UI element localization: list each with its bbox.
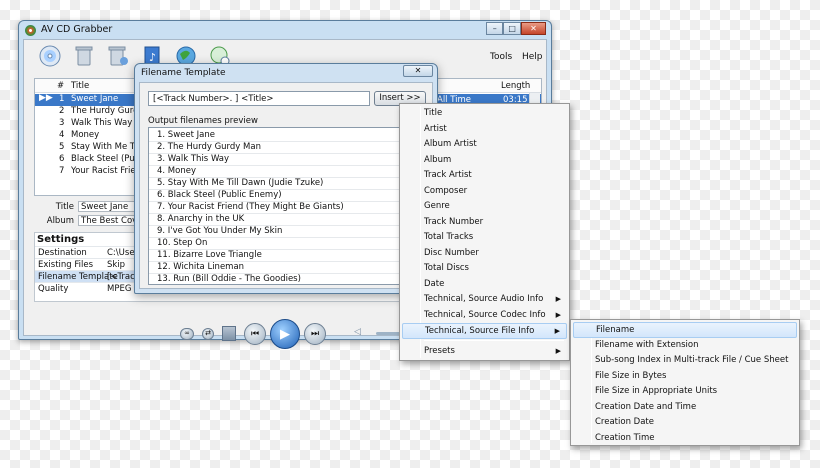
track-number: 1 — [59, 94, 65, 104]
app-cd-icon — [25, 25, 36, 36]
menu-item-disc-number[interactable]: Disc Number — [402, 246, 567, 262]
play-button[interactable]: ▶ — [270, 319, 300, 349]
menu-item-file-size-units[interactable]: File Size in Appropriate Units — [573, 384, 797, 400]
menu-item-label: Technical, Source Audio Info — [424, 294, 544, 304]
menu-item-source-audio-info[interactable]: Technical, Source Audio Info ▶ — [402, 292, 567, 308]
file-info-submenu: Filename Filename with Extension Sub-son… — [570, 319, 800, 446]
album-label: Album — [46, 216, 74, 226]
menu-separator — [424, 340, 564, 341]
dialog-client-area: [<Track Number>. ] <Title> Insert >> Out… — [139, 82, 433, 289]
menu-item-filename[interactable]: Filename — [573, 322, 797, 338]
setting-key: Existing Files — [38, 260, 94, 270]
cd-icon[interactable] — [38, 44, 62, 68]
menu-item-label: Presets — [424, 346, 455, 356]
track-number: 5 — [59, 142, 65, 152]
caption-buttons: – □ ✕ — [486, 22, 546, 36]
menu-item-album[interactable]: Album — [402, 153, 567, 169]
menu-item-source-codec-info[interactable]: Technical, Source Codec Info ▶ — [402, 308, 567, 324]
trash-all-icon[interactable] — [106, 44, 130, 68]
menu-tools[interactable]: Tools — [490, 52, 512, 62]
dialog-title: Filename Template — [141, 68, 226, 78]
submenu-arrow-icon: ▶ — [555, 310, 561, 319]
list-item: 1. Sweet Jane — [149, 130, 429, 142]
title-bar[interactable]: AV CD Grabber – □ ✕ — [19, 21, 551, 39]
menu-item-title[interactable]: Title — [402, 106, 567, 122]
menu-item-creation-date[interactable]: Creation Date — [573, 415, 797, 431]
list-item: 9. I've Got You Under My Skin — [149, 226, 429, 238]
menu-item-presets[interactable]: Presets ▶ — [402, 344, 567, 360]
list-item: 13. Run (Bill Oddie - The Goodies) — [149, 274, 429, 284]
track-number: 3 — [59, 118, 65, 128]
list-item: 11. Bizarre Love Triangle — [149, 250, 429, 262]
title-field[interactable]: Sweet Jane — [78, 201, 140, 212]
list-item: 2. The Hurdy Gurdy Man — [149, 142, 429, 154]
setting-key: Destination — [38, 248, 87, 258]
menu-item-creation-time[interactable]: Creation Time — [573, 431, 797, 447]
trash-icon[interactable] — [72, 44, 96, 68]
title-label: Title — [55, 202, 74, 212]
now-playing-icon: ▶▶ — [39, 93, 53, 103]
menu-item-total-tracks[interactable]: Total Tracks — [402, 230, 567, 246]
loop-icon[interactable]: ∞ — [180, 328, 194, 340]
column-title[interactable]: Title — [71, 81, 89, 91]
menu-item-filename-with-extension[interactable]: Filename with Extension — [573, 338, 797, 354]
previous-button[interactable]: ⏮ — [244, 323, 266, 345]
menu-item-composer[interactable]: Composer — [402, 184, 567, 200]
track-title: Sweet Jane — [71, 94, 119, 104]
list-item: 4. Money — [149, 166, 429, 178]
close-button[interactable]: ✕ — [520, 22, 546, 35]
preview-label: Output filenames preview — [148, 116, 258, 126]
volume-icon: ◁ — [354, 327, 361, 337]
stop-button[interactable] — [222, 326, 236, 341]
dialog-close-button[interactable]: ✕ — [403, 65, 433, 77]
list-item: 6. Black Steel (Public Enemy) — [149, 190, 429, 202]
next-button[interactable]: ⏭ — [304, 323, 326, 345]
submenu-arrow-icon: ▶ — [555, 347, 561, 355]
settings-heading: Settings — [37, 234, 85, 245]
menu-item-subsong-index[interactable]: Sub-song Index in Multi-track File / Cue… — [573, 353, 797, 369]
menu-item-artist[interactable]: Artist — [402, 122, 567, 138]
menu-item-track-number[interactable]: Track Number — [402, 215, 567, 231]
submenu-arrow-icon: ▶ — [555, 295, 561, 303]
list-item: 5. Stay With Me Till Dawn (Judie Tzuke) — [149, 178, 429, 190]
submenu-arrow-icon: ▶ — [554, 327, 560, 335]
column-number[interactable]: # — [57, 81, 64, 91]
list-item: 3. Walk This Way — [149, 154, 429, 166]
track-number: 6 — [59, 154, 65, 164]
setting-key: Filename Template — [38, 272, 118, 282]
list-item: 10. Step On — [149, 238, 429, 250]
menu-item-creation-date-time[interactable]: Creation Date and Time — [573, 400, 797, 416]
track-title: Walk This Way — [71, 118, 133, 128]
template-input[interactable]: [<Track Number>. ] <Title> — [148, 91, 370, 106]
setting-value: Skip — [107, 260, 126, 270]
menu-help[interactable]: Help — [522, 52, 543, 62]
track-number: 7 — [59, 166, 65, 176]
menu-item-file-size-bytes[interactable]: File Size in Bytes — [573, 369, 797, 385]
column-length[interactable]: Length — [501, 81, 530, 91]
insert-field-menu: Title Artist Album Artist Album Track Ar… — [399, 103, 570, 361]
menu-item-genre[interactable]: Genre — [402, 199, 567, 215]
track-number: 2 — [59, 106, 65, 116]
menu-item-track-artist[interactable]: Track Artist — [402, 168, 567, 184]
filename-preview-list[interactable]: 1. Sweet Jane 2. The Hurdy Gurdy Man 3. … — [148, 127, 430, 285]
shuffle-icon[interactable]: ⇄ — [202, 328, 214, 340]
menu-item-date[interactable]: Date — [402, 277, 567, 293]
album-field[interactable]: The Best Covers — [78, 215, 140, 226]
menu-item-total-discs[interactable]: Total Discs — [402, 261, 567, 277]
window-title: AV CD Grabber — [41, 24, 113, 35]
track-number: 4 — [59, 130, 65, 140]
filename-template-dialog: Filename Template ✕ [<Track Number>. ] <… — [134, 63, 438, 294]
player-controls: ∞ ⇄ ⏮ ▶ ⏭ ◁ — [174, 319, 426, 349]
minimize-button[interactable]: – — [486, 22, 504, 35]
setting-key: Quality — [38, 284, 69, 294]
menu-item-source-file-info[interactable]: Technical, Source File Info ▶ — [402, 323, 567, 339]
menu-item-album-artist[interactable]: Album Artist — [402, 137, 567, 153]
track-title: Money — [71, 130, 100, 140]
list-item: 8. Anarchy in the UK — [149, 214, 429, 226]
list-item: 7. Your Racist Friend (They Might Be Gia… — [149, 202, 429, 214]
maximize-button[interactable]: □ — [503, 22, 521, 35]
menu-item-label: Technical, Source File Info — [425, 326, 535, 336]
menu-item-label: Technical, Source Codec Info — [424, 309, 546, 320]
list-item: 12. Wichita Lineman — [149, 262, 429, 274]
